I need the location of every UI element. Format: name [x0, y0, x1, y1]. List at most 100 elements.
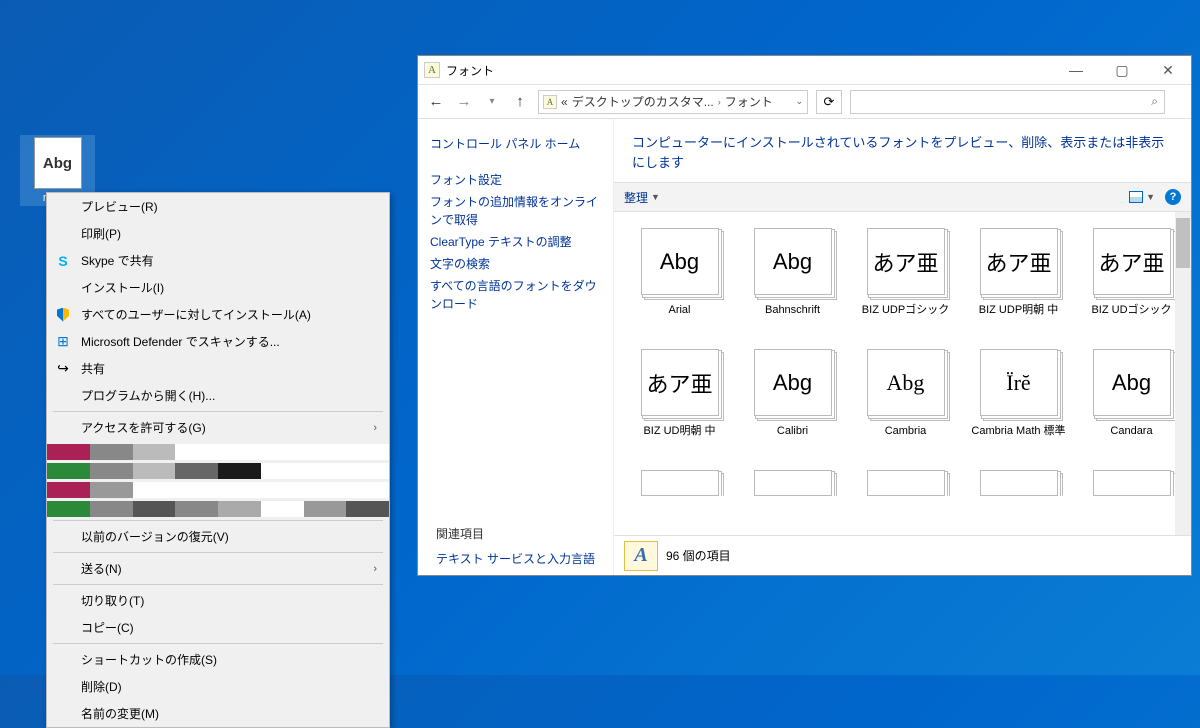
font-preview: あア亜 [641, 349, 719, 416]
shield-icon [55, 307, 71, 323]
font-item[interactable]: あア亜BIZ UDP明朝 中 [965, 224, 1072, 339]
status-folder-icon: A [624, 541, 658, 571]
chevron-down-icon[interactable]: ⌄ [795, 96, 803, 107]
related-header: 関連項目 [436, 525, 595, 542]
font-item[interactable] [1078, 466, 1185, 496]
color-strip [47, 444, 389, 460]
view-button[interactable]: ▼ [1129, 191, 1155, 203]
scrollbar-thumb[interactable] [1176, 218, 1190, 268]
font-item[interactable]: あア亜BIZ UDゴシック [1078, 224, 1185, 339]
cm-restore-version[interactable]: 以前のバージョンの復元(V) [47, 523, 389, 550]
font-preview: Ïrĕ [980, 349, 1058, 416]
cm-share[interactable]: ↪ 共有 [47, 355, 389, 382]
sidebar-find-char[interactable]: 文字の検索 [430, 253, 601, 275]
font-name-label: Arial [668, 303, 690, 317]
cm-separator [53, 643, 383, 644]
font-item[interactable]: ÏrĕCambria Math 標準 [965, 345, 1072, 460]
cm-cut[interactable]: 切り取り(T) [47, 587, 389, 614]
sidebar-download-all[interactable]: すべての言語のフォントをダウンロード [430, 275, 601, 315]
sidebar: コントロール パネル ホーム フォント設定 フォントの追加情報をオンラインで取得… [418, 119, 613, 575]
breadcrumb-bar[interactable]: A « デスクトップのカスタマ... › フォント ⌄ [538, 90, 808, 114]
font-item[interactable]: あア亜BIZ UD明朝 中 [626, 345, 733, 460]
font-item[interactable]: Abg Candara [1078, 345, 1185, 460]
organize-button[interactable]: 整理 ▼ [624, 189, 660, 206]
font-item[interactable] [852, 466, 959, 496]
font-item[interactable]: AbgCalibri [739, 345, 846, 460]
back-button[interactable]: ← [426, 93, 446, 110]
font-item[interactable]: Abg Bahnschrift [739, 224, 846, 339]
font-preview: あア亜 [980, 228, 1058, 295]
font-preview [1093, 470, 1171, 496]
sidebar-cleartype[interactable]: ClearType テキストの調整 [430, 231, 601, 253]
font-name-label: Cambria [885, 424, 927, 438]
fonts-grid: AbgArialAbgBahnschriftあア亜BIZ UDPゴシックあア亜B… [626, 224, 1191, 496]
sidebar-font-online[interactable]: フォントの追加情報をオンラインで取得 [430, 191, 601, 231]
related-section: 関連項目 テキスト サービスと入力言語 [436, 525, 595, 567]
up-button[interactable]: ↑ [510, 93, 530, 110]
cm-separator [53, 520, 383, 521]
related-link[interactable]: テキスト サービスと入力言語 [436, 550, 595, 567]
font-item[interactable] [739, 466, 846, 496]
color-strip [47, 501, 389, 517]
cm-open-with[interactable]: プログラムから開く(H)... [47, 382, 389, 409]
font-preview: Abg [754, 228, 832, 295]
search-input[interactable]: ⌕ [850, 90, 1165, 114]
cm-create-shortcut[interactable]: ショートカットの作成(S) [47, 646, 389, 673]
cm-print[interactable]: 印刷(P) [47, 220, 389, 247]
cm-copy[interactable]: コピー(C) [47, 614, 389, 641]
font-preview [980, 470, 1058, 496]
font-preview: Abg [1093, 349, 1171, 416]
page-header: コンピューターにインストールされているフォントをプレビュー、削除、表示または非表… [614, 119, 1191, 182]
font-name-label: BIZ UDゴシック [1091, 303, 1171, 317]
cm-install[interactable]: インストール(I) [47, 274, 389, 301]
window-icon: A [424, 62, 440, 78]
font-preview [641, 470, 719, 496]
view-icon [1129, 191, 1143, 203]
chevron-right-icon: › [373, 422, 377, 434]
font-name-label: Candara [1110, 424, 1152, 438]
cm-separator [53, 584, 383, 585]
font-item[interactable]: AbgCambria [852, 345, 959, 460]
font-sample-text: Abg [43, 155, 72, 172]
address-bar: ← → ▾ ↑ A « デスクトップのカスタマ... › フォント ⌄ ⟳ ⌕ [418, 84, 1191, 119]
cm-delete[interactable]: 削除(D) [47, 673, 389, 700]
cm-send-to[interactable]: 送る(N) › [47, 555, 389, 582]
font-name-label: Bahnschrift [765, 303, 820, 317]
cm-install-all[interactable]: すべてのユーザーに対してインストール(A) [47, 301, 389, 328]
chevron-right-icon: › [373, 563, 377, 575]
font-name-label: Calibri [777, 424, 808, 438]
chevron-down-icon: ▼ [1146, 192, 1155, 202]
color-strip [47, 482, 389, 498]
breadcrumb-prefix: « [561, 95, 568, 109]
cm-grant-access[interactable]: アクセスを許可する(G) › [47, 414, 389, 441]
refresh-button[interactable]: ⟳ [816, 90, 842, 114]
chevron-right-icon: › [718, 97, 721, 107]
breadcrumb-part1[interactable]: デスクトップのカスタマ... [572, 93, 714, 110]
titlebar: A フォント — ▢ ✕ [418, 56, 1191, 84]
font-item[interactable] [626, 466, 733, 496]
font-item[interactable]: AbgArial [626, 224, 733, 339]
cm-rename[interactable]: 名前の変更(M) [47, 700, 389, 727]
chevron-down-icon: ▼ [651, 192, 660, 202]
scrollbar[interactable] [1175, 212, 1191, 535]
cm-defender-scan[interactable]: ⊞ Microsoft Defender でスキャンする... [47, 328, 389, 355]
defender-icon: ⊞ [55, 334, 71, 350]
sidebar-font-settings[interactable]: フォント設定 [430, 169, 601, 191]
cm-preview[interactable]: プレビュー(R) [47, 193, 389, 220]
minimize-button[interactable]: — [1053, 56, 1099, 84]
font-item[interactable] [965, 466, 1072, 496]
sidebar-home[interactable]: コントロール パネル ホーム [430, 133, 601, 155]
help-button[interactable]: ? [1165, 189, 1181, 205]
maximize-button[interactable]: ▢ [1099, 56, 1145, 84]
fonts-window: A フォント — ▢ ✕ ← → ▾ ↑ A « デスクトップのカスタマ... … [417, 55, 1192, 576]
folder-icon: A [543, 95, 557, 109]
recent-dropdown[interactable]: ▾ [482, 96, 502, 107]
forward-button[interactable]: → [454, 93, 474, 110]
cm-skype-share[interactable]: S Skype で共有 [47, 247, 389, 274]
font-preview: あア亜 [867, 228, 945, 295]
close-button[interactable]: ✕ [1145, 56, 1191, 84]
skype-icon: S [55, 253, 71, 269]
breadcrumb-part2[interactable]: フォント [725, 93, 773, 110]
cm-separator [53, 552, 383, 553]
font-item[interactable]: あア亜BIZ UDPゴシック [852, 224, 959, 339]
